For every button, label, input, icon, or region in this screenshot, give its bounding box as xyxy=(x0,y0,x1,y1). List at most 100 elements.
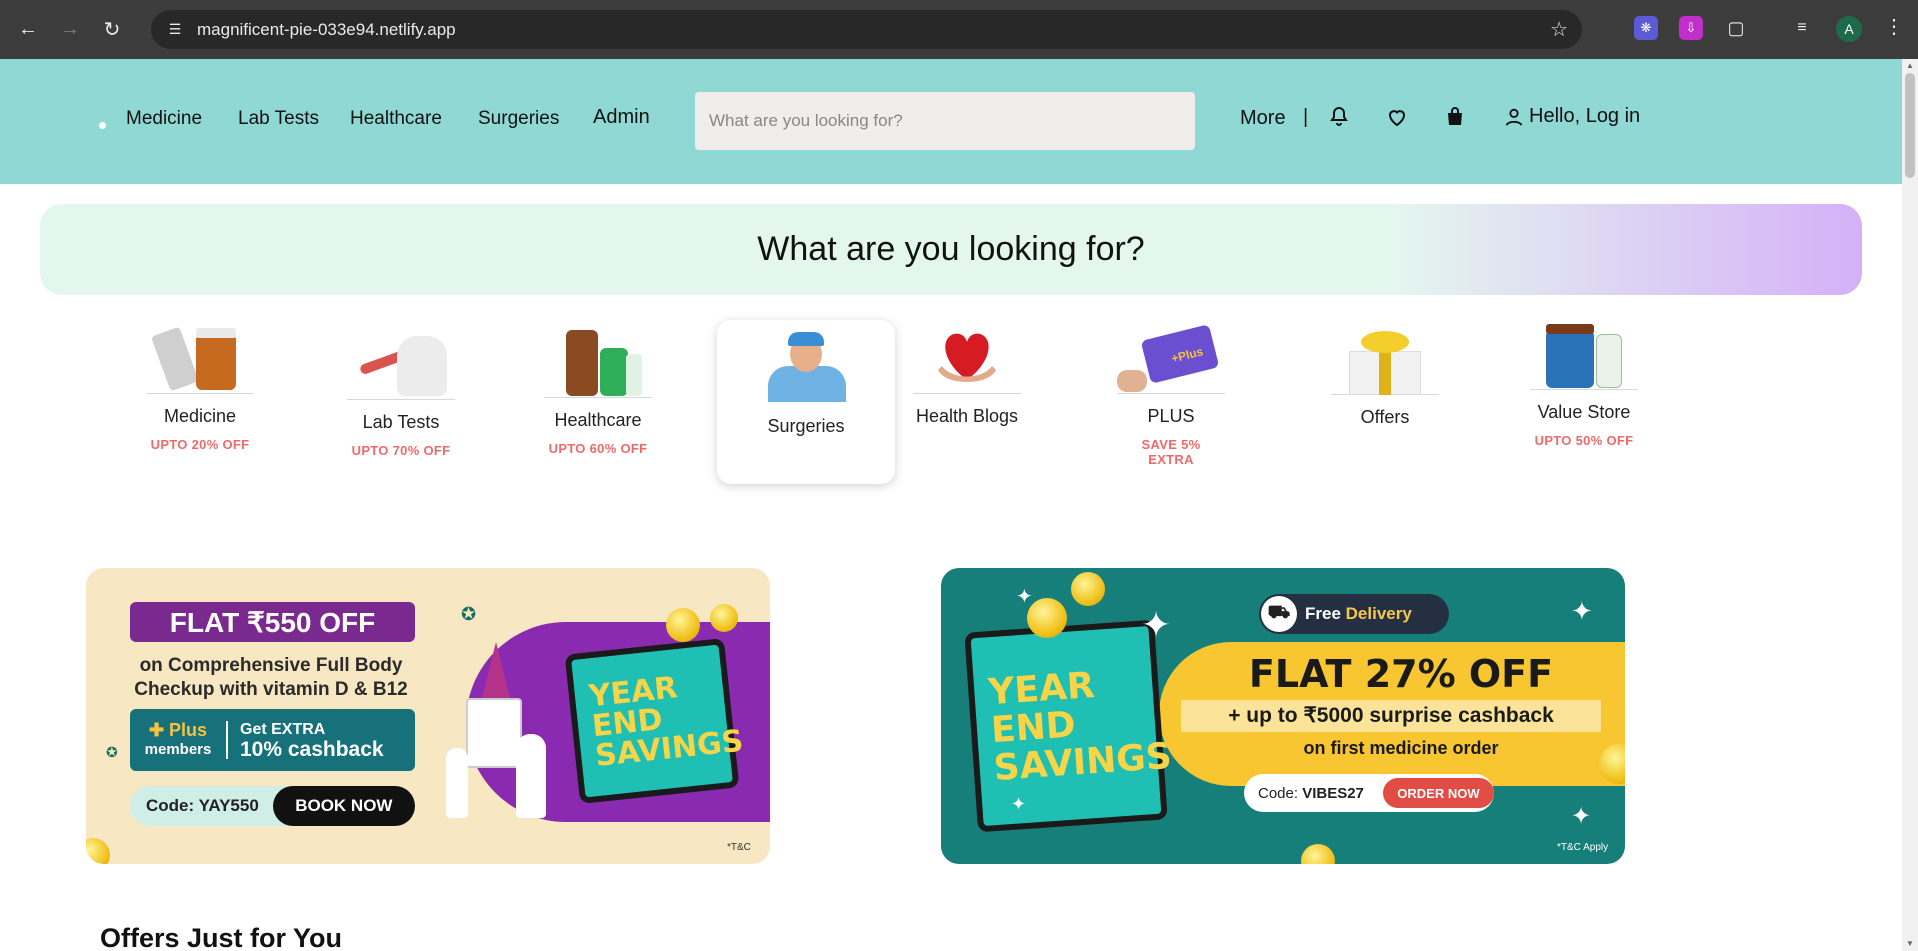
promo-banner-medicine-order[interactable]: YEAR END SAVINGS ✦ ✦ ✦ ✦ ✦ ⛟ Free Delive… xyxy=(941,568,1625,864)
category-medicine[interactable]: Medicine UPTO 20% OFF xyxy=(146,324,254,452)
logo-dot[interactable] xyxy=(99,122,106,129)
scrollbar-thumb[interactable] xyxy=(1905,73,1915,178)
coin-decoration xyxy=(666,608,700,642)
coin-decoration xyxy=(1301,844,1335,864)
coin-decoration xyxy=(1071,572,1105,606)
bell-icon[interactable] xyxy=(1327,105,1351,129)
extra-line1: Get EXTRA xyxy=(240,721,326,738)
browser-menu-icon[interactable]: ⋮ xyxy=(1884,14,1904,39)
delivery-label: Delivery xyxy=(1345,604,1412,623)
page-content: Medicine Lab Tests Healthcare Surgeries … xyxy=(0,59,1902,951)
promo1-code: Code: YAY550 xyxy=(146,796,259,815)
category-name: Offers xyxy=(1360,407,1410,427)
free-delivery-pill: ⛟ Free Delivery xyxy=(1259,594,1449,634)
offers-gift-image xyxy=(1331,325,1439,395)
order-now-button[interactable]: ORDER NOW xyxy=(1382,778,1494,808)
site-header: Medicine Lab Tests Healthcare Surgeries … xyxy=(0,59,1902,184)
header-separator: | xyxy=(1303,106,1309,128)
promo2-code: Code: VIBES27 xyxy=(1258,784,1364,802)
extra-cashback: Get EXTRA 10% cashback xyxy=(228,720,384,760)
site-info-icon[interactable]: ☰ xyxy=(163,18,187,42)
healthcare-image xyxy=(544,328,652,398)
promo1-line1: on Comprehensive Full Body xyxy=(139,655,403,676)
category-name: PLUS xyxy=(1147,406,1195,426)
medicine-image xyxy=(146,324,254,394)
looking-for-banner: What are you looking for? xyxy=(40,204,1862,295)
coin-decoration xyxy=(86,838,110,864)
category-lab-tests[interactable]: Lab Tests UPTO 70% OFF xyxy=(347,330,455,458)
media-control-icon[interactable]: ≡ xyxy=(1790,16,1814,40)
sparkle-decoration: ✦ xyxy=(1571,803,1592,830)
star-decoration: ✪ xyxy=(461,604,477,624)
promo1-headline: FLAT ₹550 OFF xyxy=(130,602,415,642)
category-offer: UPTO 60% OFF xyxy=(548,441,648,456)
user-icon xyxy=(1505,108,1523,126)
category-offer: UPTO 70% OFF xyxy=(351,443,451,458)
download-extension-icon[interactable]: ⇩ xyxy=(1679,16,1703,40)
back-icon[interactable]: ← xyxy=(14,16,42,44)
address-bar[interactable]: ☰ magnificent-pie-033e94.netlify.app ☆ xyxy=(151,10,1582,49)
extension-icon[interactable]: ❋ xyxy=(1634,16,1658,40)
nav-admin[interactable]: Admin xyxy=(593,106,650,129)
bookmark-star-icon[interactable]: ☆ xyxy=(1550,17,1568,42)
category-offer: SAVE 5% EXTRA xyxy=(1141,437,1201,467)
surgeries-image xyxy=(756,330,856,402)
more-menu[interactable]: More xyxy=(1240,107,1286,130)
value-store-image xyxy=(1530,320,1638,390)
category-name: Surgeries xyxy=(767,416,845,436)
plus-card-image: +Plus xyxy=(1117,324,1225,394)
forward-icon[interactable]: → xyxy=(56,16,84,44)
login-button[interactable]: Hello, Log in xyxy=(1503,105,1640,128)
promo1-line2: Checkup with vitamin D & B12 xyxy=(134,679,408,700)
category-name: Healthcare xyxy=(554,410,642,430)
extensions-puzzle-icon[interactable]: ▢ xyxy=(1724,16,1748,40)
calendar-year-end-savings: YEAR END SAVINGS xyxy=(964,619,1173,833)
nav-healthcare[interactable]: Healthcare xyxy=(350,108,442,130)
lab-tests-image xyxy=(347,330,455,400)
reload-icon[interactable]: ↻ xyxy=(98,16,126,44)
nav-surgeries[interactable]: Surgeries xyxy=(478,108,559,130)
nav-lab-tests[interactable]: Lab Tests xyxy=(238,108,319,130)
doctors-illustration xyxy=(446,688,566,818)
profile-avatar[interactable]: A xyxy=(1836,16,1862,42)
members-label: members xyxy=(144,741,212,758)
looking-for-title: What are you looking for? xyxy=(757,230,1145,268)
scroll-down-icon[interactable]: ▼ xyxy=(1905,939,1915,948)
shopping-bag-icon[interactable] xyxy=(1443,105,1467,129)
nav-medicine[interactable]: Medicine xyxy=(126,108,202,130)
promo1-description: on Comprehensive Full Body Checkup with … xyxy=(106,654,436,702)
login-label: Hello, Log in xyxy=(1529,105,1641,127)
page-scrollbar[interactable]: ▲ ▼ xyxy=(1902,59,1918,951)
category-health-blogs[interactable]: Health Blogs xyxy=(913,324,1021,427)
scroll-up-icon[interactable]: ▲ xyxy=(1905,61,1915,70)
category-offer: UPTO 50% OFF xyxy=(1534,433,1634,448)
offers-section-title: Offers Just for You xyxy=(100,923,343,951)
book-now-button[interactable]: BOOK NOW xyxy=(272,786,415,826)
category-healthcare[interactable]: Healthcare UPTO 60% OFF xyxy=(544,328,652,456)
promo-banner-full-body-checkup[interactable]: YEAR END SAVINGS FLAT ₹550 OFF on Compre… xyxy=(86,568,770,864)
extra-line2: 10% cashback xyxy=(240,738,384,761)
heart-icon[interactable] xyxy=(1385,105,1409,129)
category-plus[interactable]: +Plus PLUS SAVE 5% EXTRA xyxy=(1117,324,1225,467)
free-label: Free xyxy=(1305,604,1341,623)
scooter-icon: ⛟ xyxy=(1261,596,1297,632)
search-input[interactable] xyxy=(695,92,1195,150)
sparkle-decoration: ✦ xyxy=(1011,794,1027,814)
plus-badge: ✚ Plus members xyxy=(130,721,228,759)
category-offer: UPTO 20% OFF xyxy=(150,437,250,452)
promo1-code-pill: Code: YAY550 BOOK NOW xyxy=(130,786,415,826)
url-text[interactable]: magnificent-pie-033e94.netlify.app xyxy=(197,20,456,40)
category-name: Value Store xyxy=(1537,402,1631,422)
health-blogs-image xyxy=(913,324,1021,394)
coin-decoration xyxy=(710,604,738,632)
sparkle-decoration: ✦ xyxy=(1571,596,1593,626)
category-value-store[interactable]: Value Store UPTO 50% OFF xyxy=(1530,320,1638,448)
category-offers[interactable]: Offers xyxy=(1331,325,1439,428)
heart-hands-icon xyxy=(938,333,996,382)
promo2-cashback: + up to ₹5000 surprise cashback xyxy=(1181,700,1601,732)
plus-label: ✚ Plus xyxy=(148,720,208,740)
category-surgeries[interactable]: Surgeries xyxy=(717,320,895,484)
promo2-tnc: *T&C Apply xyxy=(1557,842,1609,853)
category-name: Health Blogs xyxy=(915,406,1019,426)
coin-decoration xyxy=(1027,598,1067,638)
